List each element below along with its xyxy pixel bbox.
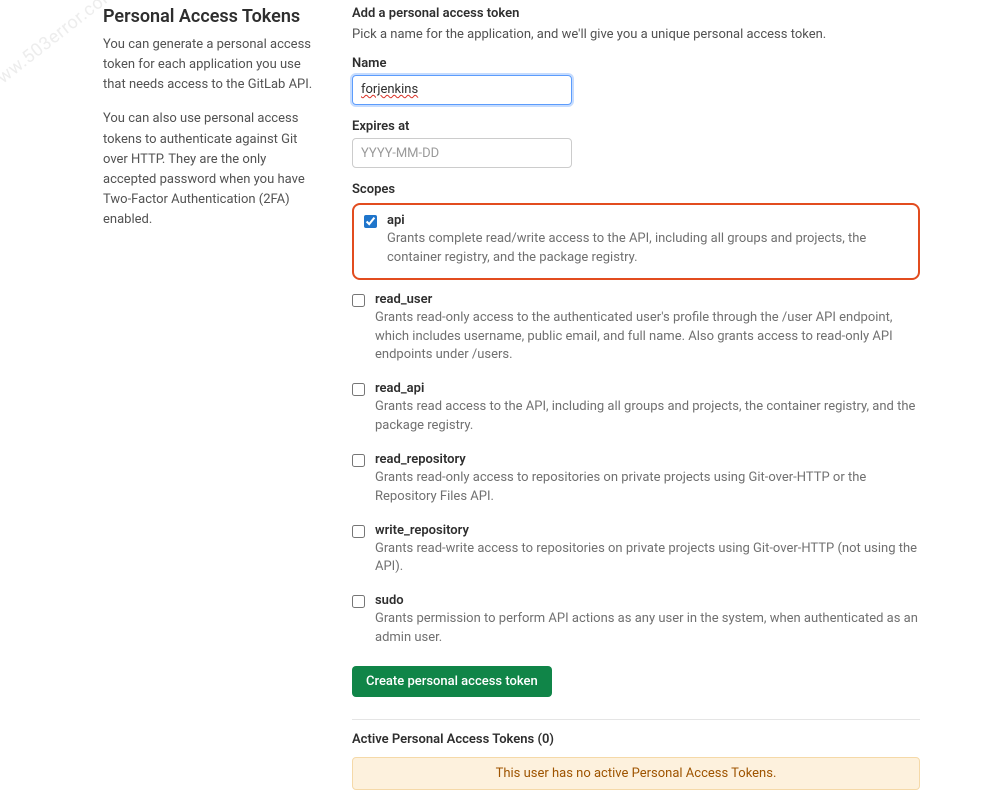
- scope-item-read_repository: read_repository Grants read-only access t…: [352, 446, 920, 517]
- scope-checkbox-api[interactable]: [364, 215, 377, 228]
- scope-checkbox-read_api[interactable]: [352, 383, 365, 396]
- scope-body: read_user Grants read-only access to the …: [375, 292, 920, 366]
- scopes-container: api Grants complete read/write access to …: [352, 203, 920, 658]
- scope-item-api: api Grants complete read/write access to …: [364, 213, 908, 268]
- expires-label: Expires at: [352, 119, 920, 134]
- right-column: Add a personal access token Pick a name …: [352, 6, 1000, 790]
- scope-description: Grants read access to the API, including…: [375, 398, 920, 436]
- scope-body: write_repository Grants read-write access…: [375, 523, 920, 578]
- expires-input[interactable]: [352, 138, 572, 168]
- scope-name-label: read_repository: [375, 452, 920, 467]
- scope-description: Grants permission to perform API actions…: [375, 610, 920, 648]
- scope-description: Grants read-only access to repositories …: [375, 469, 920, 507]
- empty-tokens-banner: This user has no active Personal Access …: [352, 757, 920, 790]
- scope-checkbox-write_repository[interactable]: [352, 525, 365, 538]
- expires-field: Expires at: [352, 119, 920, 168]
- active-tokens-heading: Active Personal Access Tokens (0): [352, 732, 920, 747]
- scope-body: sudo Grants permission to perform API act…: [375, 593, 920, 648]
- scope-description: Grants read-only access to the authentic…: [375, 309, 920, 366]
- scope-name-label: write_repository: [375, 523, 920, 538]
- name-input[interactable]: forjenkins: [352, 75, 572, 105]
- scope-name-label: read_user: [375, 292, 920, 307]
- scope-name-label: api: [387, 213, 908, 228]
- scope-item-read_user: read_user Grants read-only access to the …: [352, 286, 920, 376]
- left-column: Personal Access Tokens You can generate …: [0, 6, 352, 790]
- section-divider: [352, 719, 920, 720]
- form-heading: Add a personal access token: [352, 6, 920, 21]
- scope-name-label: read_api: [375, 381, 920, 396]
- scope-description: Grants complete read/write access to the…: [387, 230, 908, 268]
- page-title: Personal Access Tokens: [103, 6, 322, 27]
- name-label: Name: [352, 56, 920, 71]
- scope-description: Grants read-write access to repositories…: [375, 540, 920, 578]
- intro-paragraph-1: You can generate a personal access token…: [103, 35, 322, 95]
- scope-checkbox-read_user[interactable]: [352, 294, 365, 307]
- scopes-label: Scopes: [352, 182, 920, 197]
- name-field: Name forjenkins: [352, 56, 920, 105]
- scope-item-read_api: read_api Grants read access to the API, i…: [352, 375, 920, 446]
- scope-checkbox-read_repository[interactable]: [352, 454, 365, 467]
- name-input-value: forjenkins: [361, 79, 418, 101]
- scope-checkbox-sudo[interactable]: [352, 595, 365, 608]
- create-token-button[interactable]: Create personal access token: [352, 666, 552, 697]
- scope-item-write_repository: write_repository Grants read-write access…: [352, 517, 920, 588]
- scope-body: read_api Grants read access to the API, i…: [375, 381, 920, 436]
- scope-body: read_repository Grants read-only access t…: [375, 452, 920, 507]
- intro-paragraph-2: You can also use personal access tokens …: [103, 109, 322, 230]
- page-container: Personal Access Tokens You can generate …: [0, 0, 1000, 790]
- scope-name-label: sudo: [375, 593, 920, 608]
- scope-body: api Grants complete read/write access to …: [387, 213, 908, 268]
- form-subtext: Pick a name for the application, and we'…: [352, 27, 920, 42]
- scope-item-sudo: sudo Grants permission to perform API act…: [352, 587, 920, 658]
- scope-highlight-box: api Grants complete read/write access to …: [352, 203, 920, 280]
